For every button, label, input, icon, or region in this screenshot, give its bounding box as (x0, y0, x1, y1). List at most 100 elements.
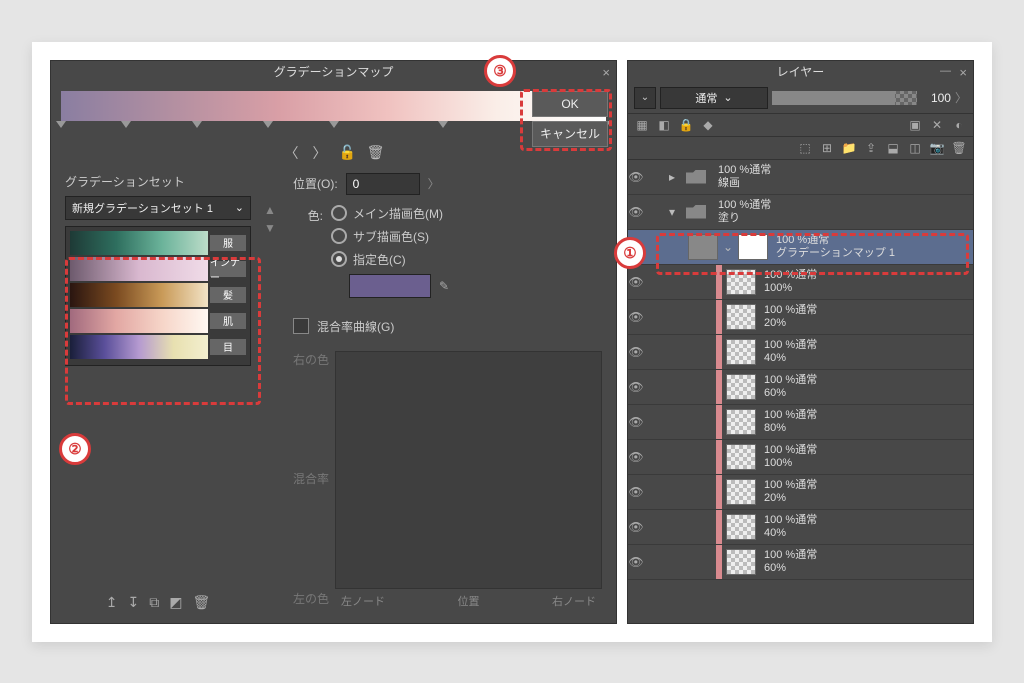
opacity-step-icon[interactable]: 〉 (955, 89, 967, 106)
raster-layer[interactable]: 👁 100 %通常80% (628, 405, 973, 440)
dialog-titlebar: グラデーションマップ × (51, 61, 616, 83)
layer-mode-icon[interactable]: ⌄ (634, 87, 656, 109)
visibility-icon[interactable]: 👁 (628, 450, 644, 464)
new-layer-icon[interactable]: ⊞ (819, 141, 835, 155)
visibility-icon[interactable]: 👁 (628, 555, 644, 569)
color-swatch[interactable] (349, 274, 431, 298)
layer-label: 100 %通常20% (764, 479, 817, 503)
gradient-stop[interactable] (329, 121, 339, 128)
layer-thumbnail (726, 269, 756, 295)
layer-label: 100 %通常60% (764, 374, 817, 398)
mix-curve-canvas[interactable] (335, 351, 602, 589)
gradient-stop[interactable] (192, 121, 202, 128)
gradient-preview-strip[interactable] (61, 91, 606, 121)
gradient-stop[interactable] (438, 121, 448, 128)
visibility-icon[interactable]: 👁 (628, 415, 644, 429)
duplicate-icon[interactable]: ⧉ (149, 594, 159, 611)
gradient-preset-row[interactable]: 肌 (70, 309, 246, 333)
adjustment-layer[interactable]: 👁⌄100 %通常グラデーションマップ 1 (628, 230, 973, 265)
lock-icon[interactable]: 🔓 (339, 144, 357, 161)
lock-pixels-icon[interactable]: ▦ (634, 118, 650, 132)
collapse-icon[interactable]: — (940, 65, 951, 77)
reference-icon[interactable]: ◆ (700, 118, 716, 132)
clip-icon[interactable]: ◧ (656, 118, 672, 132)
left-node-label: 左ノード (341, 593, 385, 609)
visibility-icon[interactable]: 👁 (628, 345, 644, 359)
raster-layer[interactable]: 👁 100 %通常20% (628, 300, 973, 335)
import-icon[interactable]: ↥ (106, 594, 118, 611)
layer-color-strip (716, 405, 722, 439)
position-step-icon[interactable]: 〉 (428, 175, 440, 192)
layer-label: 100 %通常100% (764, 444, 817, 468)
merge-icon[interactable]: ⬓ (885, 141, 901, 155)
layer-label: 100 %通常40% (764, 514, 817, 538)
delete-icon[interactable]: 🗑 (192, 594, 210, 611)
gradient-preset-row[interactable]: インナー (70, 257, 246, 281)
replace-icon[interactable]: ◩ (169, 594, 182, 611)
layer-label: 100 %通常80% (764, 409, 817, 433)
trash-layer-icon[interactable]: 🗑 (951, 141, 967, 155)
visibility-icon[interactable]: 👁 (628, 520, 644, 534)
next-icon[interactable]: 〉 (311, 143, 329, 163)
palette-icon[interactable]: ⬚ (797, 141, 813, 155)
visibility-icon[interactable]: 👁 (628, 170, 644, 184)
lock-icon[interactable]: 🔒 (678, 118, 694, 132)
cancel-button[interactable]: キャンセル (532, 121, 608, 147)
layer-color-strip (716, 545, 722, 579)
raster-layer[interactable]: 👁100 %通常40% (628, 335, 973, 370)
raster-layer[interactable]: 👁 100 %通常20% (628, 475, 973, 510)
raster-layer[interactable]: 👁 100 %通常40% (628, 510, 973, 545)
gradient-preset-row[interactable]: 目 (70, 335, 246, 359)
combine-icon[interactable]: ◫ (907, 141, 923, 155)
layers-close-icon[interactable]: × (959, 65, 967, 80)
close-icon[interactable]: × (602, 65, 610, 80)
radio-main-color[interactable]: メイン描画色(M) (331, 205, 449, 222)
gradient-preset-row[interactable]: 服 (70, 231, 246, 255)
layer-label: 100 %通常20% (764, 304, 817, 328)
layer-label: 100 %通常グラデーションマップ 1 (776, 234, 895, 258)
gradient-stops[interactable] (61, 121, 606, 133)
reorder-column: ▲ ▼ (261, 163, 279, 623)
move-down-icon[interactable]: ▼ (264, 221, 276, 235)
raster-layer[interactable]: 👁100 %通常100% (628, 265, 973, 300)
raster-layer[interactable]: 👁 100 %通常100% (628, 440, 973, 475)
raster-layer[interactable]: 👁 100 %通常60% (628, 370, 973, 405)
eyedropper-icon[interactable]: ✎ (439, 279, 449, 293)
position-input[interactable]: 0 (346, 173, 420, 195)
chevron-down-icon[interactable]: ⌄ (722, 240, 734, 254)
mix-curve-checkbox[interactable] (293, 318, 309, 334)
layer-thumbnail (726, 339, 756, 365)
transfer-icon[interactable]: ⇪ (863, 141, 879, 155)
visibility-icon[interactable]: 👁 (628, 205, 644, 219)
adjustment-thumbnail (688, 234, 718, 260)
gradient-set-dropdown[interactable]: 新規グラデーションセット 1 ⌄ (65, 196, 251, 220)
gradient-stop[interactable] (56, 121, 66, 128)
new-folder-icon[interactable]: 📁 (841, 141, 857, 155)
move-up-icon[interactable]: ▲ (264, 203, 276, 217)
mask-icon[interactable]: ▣ (907, 118, 923, 132)
gradient-preset-row[interactable]: 髪 (70, 283, 246, 307)
trash-icon[interactable]: 🗑 (367, 144, 385, 161)
radio-sub-color[interactable]: サブ描画色(S) (331, 228, 449, 245)
prev-icon[interactable]: 〈 (283, 143, 301, 163)
annotation-3: ③ (484, 55, 516, 87)
ok-button[interactable]: OK (532, 91, 608, 117)
export-icon[interactable]: ↧ (127, 594, 139, 611)
layer-folder[interactable]: 👁▸100 %通常線画 (628, 160, 973, 195)
opacity-slider[interactable] (772, 91, 917, 105)
layer-folder[interactable]: 👁▾100 %通常塗り (628, 195, 973, 230)
gradient-stop[interactable] (121, 121, 131, 128)
layer-color-icon[interactable]: ◐ (951, 118, 967, 132)
expander-icon[interactable]: ▾ (666, 205, 678, 219)
visibility-icon[interactable]: 👁 (628, 485, 644, 499)
camera-icon[interactable]: 📷 (929, 141, 945, 155)
visibility-icon[interactable]: 👁 (628, 380, 644, 394)
visibility-icon[interactable]: 👁 (628, 310, 644, 324)
ruler-icon[interactable]: ✕ (929, 118, 945, 132)
expander-icon[interactable]: ▸ (666, 170, 678, 184)
blend-mode-dropdown[interactable]: 通常⌄ (660, 87, 768, 109)
visibility-icon[interactable]: 👁 (628, 275, 644, 289)
raster-layer[interactable]: 👁100 %通常60% (628, 545, 973, 580)
radio-specified-color[interactable]: 指定色(C) (331, 251, 449, 268)
gradient-stop[interactable] (263, 121, 273, 128)
